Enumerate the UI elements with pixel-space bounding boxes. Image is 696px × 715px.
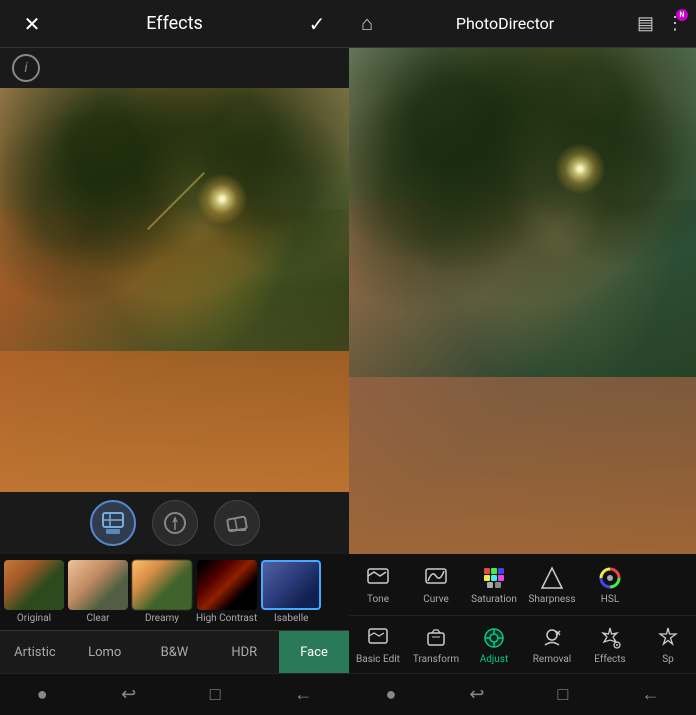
filter-label-original: Original bbox=[17, 613, 51, 624]
action-sp[interactable]: Sp bbox=[639, 620, 696, 669]
info-button[interactable]: i bbox=[12, 54, 40, 82]
tool-icons-row bbox=[0, 492, 349, 554]
header-icons: ▤ ⋮ N bbox=[637, 13, 684, 34]
tool-bottom-panel: Tone Curve bbox=[349, 554, 696, 715]
action-basic-edit-label: Basic Edit bbox=[356, 654, 400, 665]
filter-high-contrast[interactable]: High Contrast bbox=[196, 560, 257, 624]
basic-edit-icon bbox=[364, 624, 392, 652]
sharpness-icon bbox=[538, 564, 566, 592]
tone-icon bbox=[364, 564, 392, 592]
home-nav[interactable]: ← bbox=[294, 684, 312, 705]
pen-tool-button[interactable] bbox=[152, 500, 198, 546]
info-row: i bbox=[0, 48, 349, 88]
filter-label-dreamy: Dreamy bbox=[145, 613, 179, 624]
filter-thumb-clear bbox=[68, 560, 128, 610]
left-bottom-nav: ● ↩ □ ← bbox=[0, 673, 349, 715]
tab-face[interactable]: Face bbox=[279, 631, 349, 673]
transform-icon bbox=[422, 624, 450, 652]
filter-isabelle[interactable]: Isabelle bbox=[261, 560, 321, 624]
square-nav-r[interactable]: □ bbox=[558, 684, 569, 705]
album-icon[interactable]: ▤ bbox=[637, 13, 654, 34]
home-nav-r[interactable]: ← bbox=[641, 684, 659, 705]
tool-tone[interactable]: Tone bbox=[349, 558, 407, 611]
action-transform-label: Transform bbox=[413, 654, 459, 665]
effects-icon bbox=[596, 624, 624, 652]
filter-original[interactable]: Original bbox=[4, 560, 64, 624]
tool-saturation[interactable]: Saturation bbox=[465, 558, 523, 611]
tool-hsl-label: HSL bbox=[601, 594, 619, 605]
filter-clear[interactable]: Clear bbox=[68, 560, 128, 624]
dot-nav-r[interactable]: ● bbox=[386, 684, 397, 705]
tool-hsl[interactable]: HSL bbox=[581, 558, 639, 611]
curve-icon bbox=[422, 564, 450, 592]
app-title: PhotoDirector bbox=[456, 14, 554, 33]
hsl-icon bbox=[596, 564, 624, 592]
filter-thumb-original bbox=[4, 560, 64, 610]
filter-thumb-isabelle bbox=[261, 560, 321, 610]
category-tabs: Artistic Lomo B&W HDR Face bbox=[0, 630, 349, 673]
eraser-tool-button[interactable] bbox=[214, 500, 260, 546]
menu-icon[interactable]: ⋮ N bbox=[666, 13, 684, 34]
back-arrow-nav[interactable]: ↩ bbox=[121, 684, 136, 705]
tab-hdr[interactable]: HDR bbox=[209, 631, 279, 673]
action-effects[interactable]: Effects bbox=[581, 620, 639, 669]
filter-strip: Original Clear Dreamy High Contrast Isab… bbox=[0, 554, 349, 630]
close-button[interactable]: ✕ bbox=[16, 12, 48, 36]
adjust-icon bbox=[480, 624, 508, 652]
brush-tool-button[interactable] bbox=[90, 500, 136, 546]
tool-curve-label: Curve bbox=[423, 594, 449, 605]
filter-dreamy[interactable]: Dreamy bbox=[132, 560, 192, 624]
home-button[interactable]: ⌂ bbox=[361, 11, 373, 36]
left-image bbox=[0, 88, 349, 492]
action-effects-label: Effects bbox=[594, 654, 625, 665]
tool-saturation-label: Saturation bbox=[471, 594, 517, 605]
filter-thumb-highcontrast bbox=[197, 560, 257, 610]
saturation-icon bbox=[480, 564, 508, 592]
tool-curve[interactable]: Curve bbox=[407, 558, 465, 611]
right-image bbox=[349, 48, 696, 554]
filter-thumb-dreamy bbox=[132, 560, 192, 610]
right-panel: ⌂ PhotoDirector ▤ ⋮ N bbox=[349, 0, 696, 715]
left-panel: ✕ Effects ✓ i bbox=[0, 0, 349, 715]
tools-row: Tone Curve bbox=[349, 554, 696, 616]
action-adjust[interactable]: Adjust bbox=[465, 620, 523, 669]
tab-artistic[interactable]: Artistic bbox=[0, 631, 70, 673]
right-bottom-nav: ● ↩ □ ← bbox=[349, 673, 696, 715]
tool-tone-label: Tone bbox=[367, 594, 389, 605]
right-header: ⌂ PhotoDirector ▤ ⋮ N bbox=[349, 0, 696, 48]
tab-bw[interactable]: B&W bbox=[140, 631, 210, 673]
left-header: ✕ Effects ✓ bbox=[0, 0, 349, 48]
left-title: Effects bbox=[146, 13, 203, 34]
filter-label-clear: Clear bbox=[86, 613, 109, 624]
tool-sharpness[interactable]: Sharpness bbox=[523, 558, 581, 611]
action-removal[interactable]: Removal bbox=[523, 620, 581, 669]
removal-icon bbox=[538, 624, 566, 652]
notification-badge: N bbox=[676, 9, 688, 21]
back-arrow-nav-r[interactable]: ↩ bbox=[469, 684, 484, 705]
tab-lomo[interactable]: Lomo bbox=[70, 631, 140, 673]
action-transform[interactable]: Transform bbox=[407, 620, 465, 669]
tool-sharpness-label: Sharpness bbox=[528, 594, 575, 605]
actions-row: Basic Edit Transform bbox=[349, 616, 696, 673]
square-nav[interactable]: □ bbox=[210, 684, 221, 705]
filter-label-isabelle: Isabelle bbox=[274, 613, 308, 624]
sp-icon bbox=[654, 624, 682, 652]
dot-nav[interactable]: ● bbox=[37, 684, 48, 705]
action-removal-label: Removal bbox=[533, 654, 572, 665]
filter-label-highcontrast: High Contrast bbox=[196, 613, 257, 624]
confirm-button[interactable]: ✓ bbox=[301, 12, 333, 36]
action-adjust-label: Adjust bbox=[480, 654, 509, 665]
action-sp-label: Sp bbox=[662, 654, 674, 665]
action-basic-edit[interactable]: Basic Edit bbox=[349, 620, 407, 669]
